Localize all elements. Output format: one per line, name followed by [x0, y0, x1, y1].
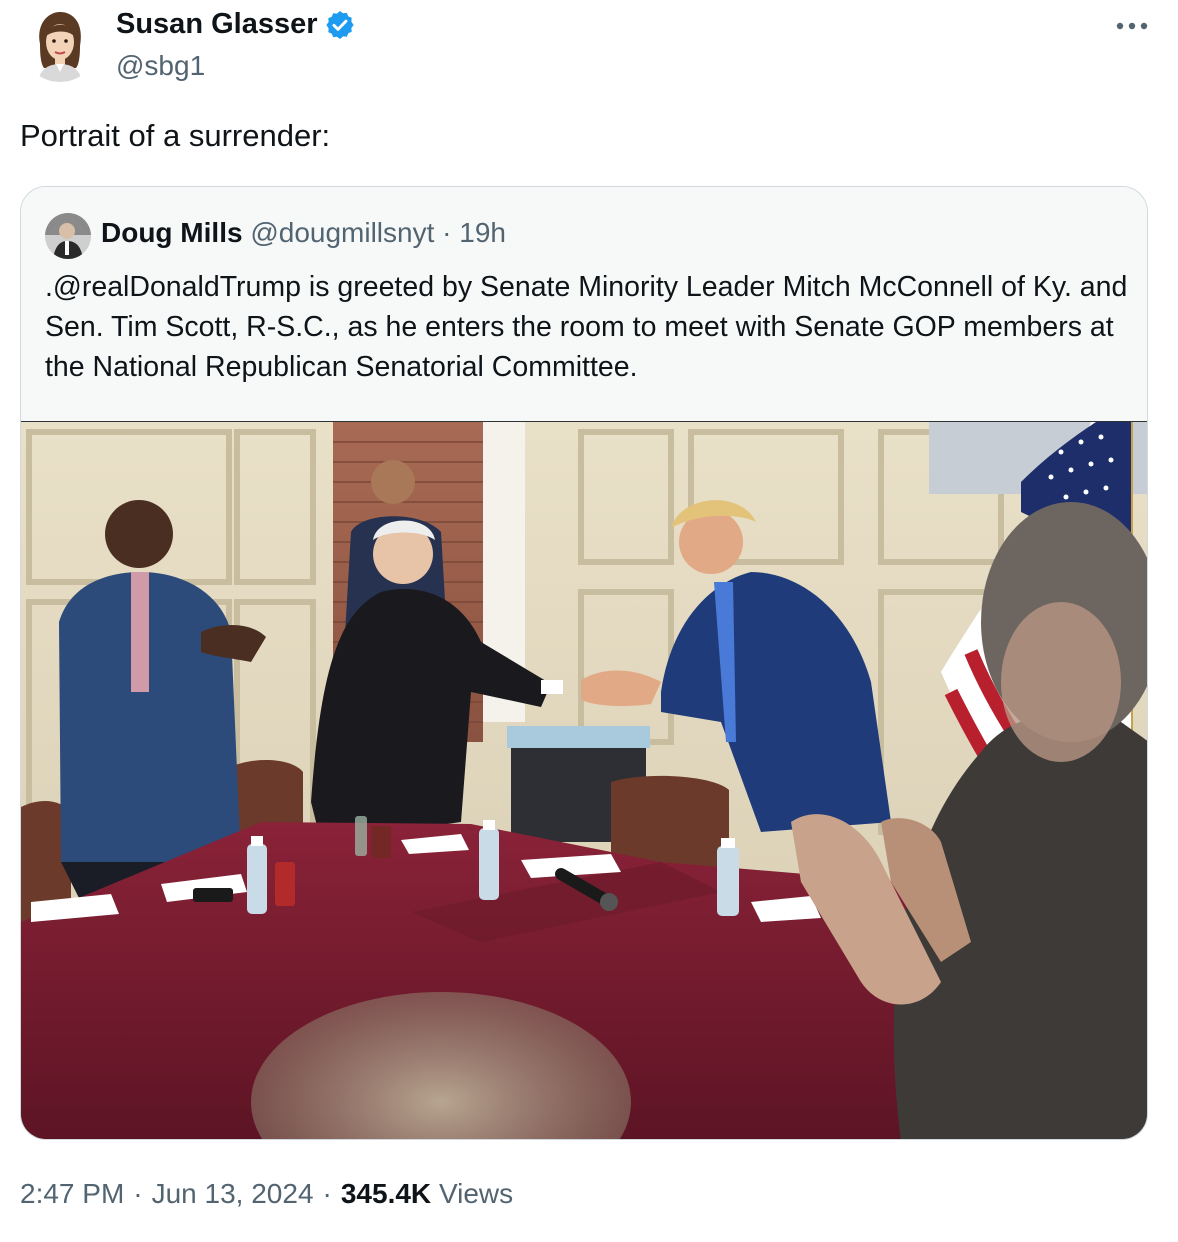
- quoted-author-handle[interactable]: @dougmillsnyt: [250, 217, 434, 248]
- verified-badge-icon: [324, 9, 356, 41]
- author-handle[interactable]: @sbg1: [116, 50, 205, 82]
- author-avatar[interactable]: [22, 6, 98, 82]
- footer-separator: ·: [322, 1178, 332, 1209]
- tweet-footer: 2:47 PM · Jun 13, 2024 · 345.4K Views: [20, 1178, 513, 1210]
- quoted-tweet-text: .@realDonaldTrump is greeted by Senate M…: [45, 271, 1128, 383]
- author-name[interactable]: Susan Glasser: [116, 8, 356, 41]
- tweet-text: Portrait of a surrender:: [20, 118, 331, 153]
- quoted-author-avatar[interactable]: [45, 213, 91, 259]
- quoted-meta-separator: ·: [442, 217, 452, 248]
- more-options-icon[interactable]: [1110, 8, 1154, 44]
- quoted-tweet-meta: Doug Mills @dougmillsnyt · 19h: [101, 217, 506, 249]
- quoted-tweet-age[interactable]: 19h: [459, 217, 506, 248]
- tweet: Susan Glasser @sbg1 Portrait of a surren…: [0, 0, 1178, 1242]
- author-name-text: Susan Glasser: [116, 8, 318, 40]
- tweet-date[interactable]: Jun 13, 2024: [152, 1178, 314, 1209]
- views-count[interactable]: 345.4K: [341, 1178, 431, 1209]
- quoted-tweet-photo[interactable]: [21, 421, 1147, 1139]
- quoted-author-name[interactable]: Doug Mills: [101, 217, 243, 248]
- footer-separator: ·: [133, 1178, 143, 1209]
- tweet-time[interactable]: 2:47 PM: [20, 1178, 124, 1209]
- views-label: Views: [438, 1178, 514, 1209]
- quoted-tweet-card[interactable]: Doug Mills @dougmillsnyt · 19h .@realDon…: [20, 186, 1148, 1140]
- quoted-tweet-header: Doug Mills @dougmillsnyt · 19h .@realDon…: [21, 187, 1147, 421]
